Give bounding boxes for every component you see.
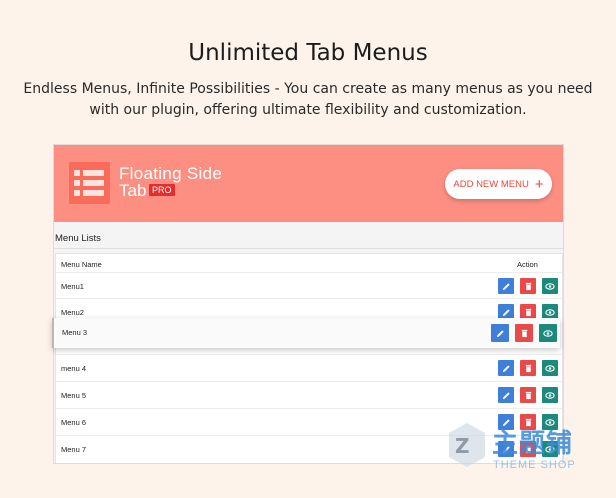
view-button[interactable]: [542, 387, 558, 403]
view-button[interactable]: [539, 324, 557, 342]
delete-button[interactable]: [520, 278, 536, 294]
delete-button[interactable]: [515, 324, 533, 342]
menu-name: menu 4: [61, 364, 87, 373]
trash-icon: [525, 282, 531, 290]
page-title: Unlimited Tab Menus: [188, 40, 428, 66]
edit-button[interactable]: [498, 387, 514, 403]
page-subtitle: Endless Menus, Infinite Possibilities - …: [23, 81, 593, 118]
eye-icon: [543, 329, 553, 337]
pencil-icon: [502, 391, 510, 399]
brand-name-line2: Tab: [119, 181, 147, 200]
edit-button[interactable]: [498, 360, 514, 376]
dragged-table-row[interactable]: Menu 3: [52, 318, 560, 348]
menu-name: Menu2: [61, 308, 84, 317]
pencil-icon: [496, 329, 504, 337]
column-header-action: Action: [517, 260, 538, 269]
pencil-icon: [502, 308, 510, 316]
eye-icon: [545, 282, 555, 290]
watermark-logo-icon: Z: [449, 423, 485, 467]
pencil-icon: [502, 364, 510, 372]
menu-name: Menu 5: [61, 391, 87, 400]
pencil-icon: [502, 282, 510, 290]
edit-button[interactable]: [498, 278, 514, 294]
table-row[interactable]: Menu 5: [56, 381, 562, 408]
app-header: Floating Side Tab PRO ADD NEW MENU +: [54, 145, 563, 222]
trash-icon: [525, 391, 531, 399]
app-logo-icon: [69, 162, 110, 204]
eye-icon: [545, 308, 555, 316]
svg-text:Z: Z: [455, 434, 470, 458]
plus-icon: +: [534, 175, 544, 193]
theme-shop-watermark: Z 主题铺 THEME SHOP: [445, 419, 605, 479]
menu-name: Menu1: [61, 282, 84, 291]
trash-icon: [525, 364, 531, 372]
menu-name: Menu 7: [61, 445, 87, 454]
plugin-admin-panel: Floating Side Tab PRO ADD NEW MENU + Men…: [53, 144, 564, 464]
column-header-name: Menu Name: [61, 260, 102, 269]
menu-name: Menu 6: [61, 418, 87, 427]
delete-button[interactable]: [520, 360, 536, 376]
edit-button[interactable]: [491, 324, 509, 342]
table-row[interactable]: Menu1: [56, 272, 562, 299]
trash-icon: [521, 329, 527, 337]
eye-icon: [545, 391, 555, 399]
view-button[interactable]: [542, 360, 558, 376]
add-new-menu-label: ADD NEW MENU: [453, 178, 529, 190]
trash-icon: [525, 308, 531, 316]
menu-name: Menu 3: [62, 328, 88, 337]
table-row[interactable]: menu 4: [56, 354, 562, 381]
add-new-menu-button[interactable]: ADD NEW MENU +: [445, 169, 552, 199]
view-button[interactable]: [542, 278, 558, 294]
delete-button[interactable]: [520, 387, 536, 403]
divider: [54, 248, 563, 249]
eye-icon: [545, 364, 555, 372]
pro-badge: PRO: [149, 184, 175, 196]
watermark-text-en: THEME SHOP: [493, 459, 576, 471]
watermark-text-cn: 主题铺: [492, 429, 574, 459]
menu-lists-title: Menu Lists: [55, 233, 101, 244]
